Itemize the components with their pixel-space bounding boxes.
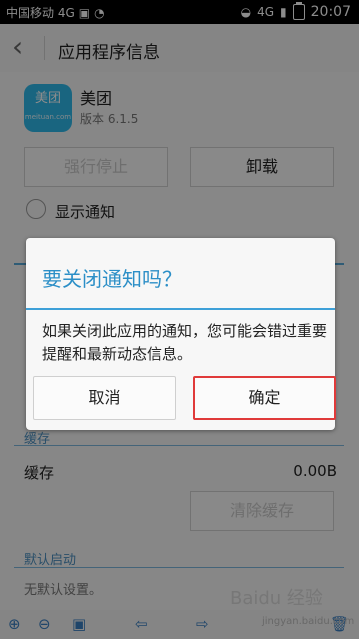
cancel-button[interactable]: 取消 xyxy=(33,376,176,420)
confirm-button[interactable]: 确定 xyxy=(193,376,336,420)
dialog-message: 如果关闭此应用的通知，您可能会错过重要提醒和最新动态信息。 xyxy=(42,322,328,363)
dialog-title: 要关闭通知吗？ xyxy=(42,267,182,291)
disable-notifications-dialog: 要关闭通知吗？ 如果关闭此应用的通知，您可能会错过重要提醒和最新动态信息。 取消… xyxy=(26,238,336,430)
dialog-title-divider xyxy=(26,308,335,310)
